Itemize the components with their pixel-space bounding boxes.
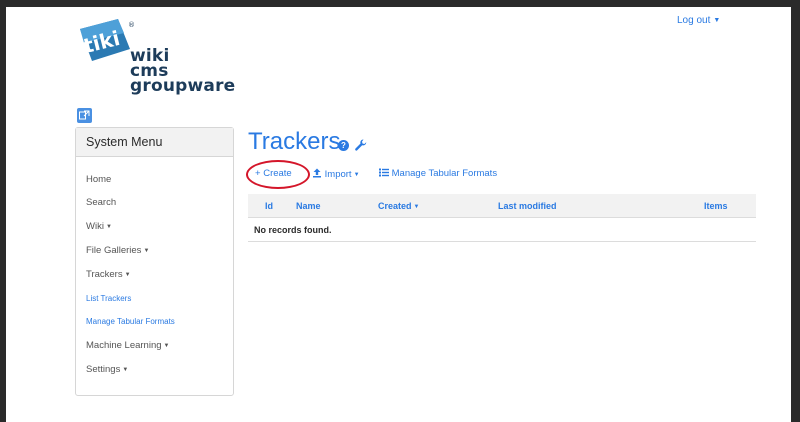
wrench-icon[interactable] (354, 138, 368, 152)
sidebar-item-wiki[interactable]: Wiki ▼ (86, 221, 112, 232)
tiki-logo[interactable]: tiki ® wiki cms groupware (72, 11, 236, 107)
empty-message: No records found. (254, 225, 332, 235)
sidebar-item-label: Search (86, 197, 117, 208)
sidebar-item-label: Manage Tabular Formats (86, 317, 175, 326)
sidebar-item-label: Trackers (86, 269, 123, 280)
sidebar-item-label: Settings (86, 364, 121, 375)
logout-link[interactable]: Log out ▼ (677, 15, 720, 26)
tiki-logo-badge: tiki ® (80, 19, 135, 61)
create-label: Create (263, 168, 292, 179)
system-menu-title: System Menu (76, 128, 233, 157)
chevron-down-icon: ▼ (122, 367, 129, 373)
sort-desc-icon: ▼ (413, 204, 420, 210)
table-row: No records found. (248, 218, 756, 242)
chevron-down-icon: ▼ (105, 224, 112, 230)
trackers-table: Id Name Created ▼ Last modified Items No … (248, 194, 756, 242)
manage-tabular-formats-button[interactable]: Manage Tabular Formats (379, 168, 497, 179)
sidebar-item-label: Wiki (86, 221, 104, 232)
column-header-last-modified[interactable]: Last modified (498, 201, 557, 211)
list-icon (379, 168, 389, 177)
chevron-down-icon: ▼ (124, 272, 131, 278)
sidebar-item-home[interactable]: Home (86, 174, 111, 185)
chevron-down-icon: ▼ (143, 248, 150, 254)
sidebar-item-label: List Trackers (86, 294, 132, 303)
logo-line-3: groupware (130, 76, 236, 96)
logout-label: Log out (677, 15, 711, 26)
column-header-created-label: Created (378, 201, 412, 211)
sidebar-toggle-button[interactable] (77, 108, 92, 123)
sidebar-item-machine-learning[interactable]: Machine Learning ▼ (86, 340, 169, 351)
chevron-down-icon: ▼ (163, 343, 170, 349)
chevron-down-icon: ▼ (713, 17, 721, 24)
column-header-created[interactable]: Created ▼ (378, 201, 419, 211)
logo-wordmark: wiki cms groupware (130, 48, 236, 96)
sidebar-item-file-galleries[interactable]: File Galleries ▼ (86, 245, 149, 256)
sidebar-item-manage-tabular-formats[interactable]: Manage Tabular Formats (86, 317, 175, 326)
manage-tabular-formats-label: Manage Tabular Formats (391, 168, 498, 179)
table-header: Id Name Created ▼ Last modified Items (248, 194, 756, 218)
upload-icon (313, 168, 321, 178)
column-header-items[interactable]: Items (704, 201, 728, 211)
page-title: Trackers (248, 128, 341, 155)
sidebar-item-trackers[interactable]: Trackers ▼ (86, 269, 131, 280)
chevron-down-icon: ▼ (353, 172, 360, 178)
import-label: Import (324, 169, 352, 180)
sidebar-item-search[interactable]: Search (86, 197, 116, 208)
svg-text:®: ® (128, 21, 135, 29)
sidebar-item-settings[interactable]: Settings ▼ (86, 364, 128, 375)
column-header-id[interactable]: Id (265, 201, 273, 211)
create-button[interactable]: + Create (255, 168, 292, 179)
plus-icon: + (255, 168, 261, 179)
sidebar-item-label: File Galleries (86, 245, 142, 256)
sidebar-item-label: Machine Learning (86, 340, 162, 351)
sidebar-item-list-trackers[interactable]: List Trackers (86, 294, 131, 303)
import-button[interactable]: Import ▼ (312, 168, 360, 180)
page: tiki ® wiki cms groupware Log out ▼ Syste… (6, 7, 791, 422)
help-icon[interactable]: ? (338, 140, 349, 151)
sidebar-item-label: Home (86, 174, 112, 185)
system-menu: System Menu Home Search Wiki ▼ File Gallerie… (75, 127, 234, 396)
sidebar-toggle-icon (79, 110, 90, 120)
column-header-name[interactable]: Name (296, 201, 321, 211)
